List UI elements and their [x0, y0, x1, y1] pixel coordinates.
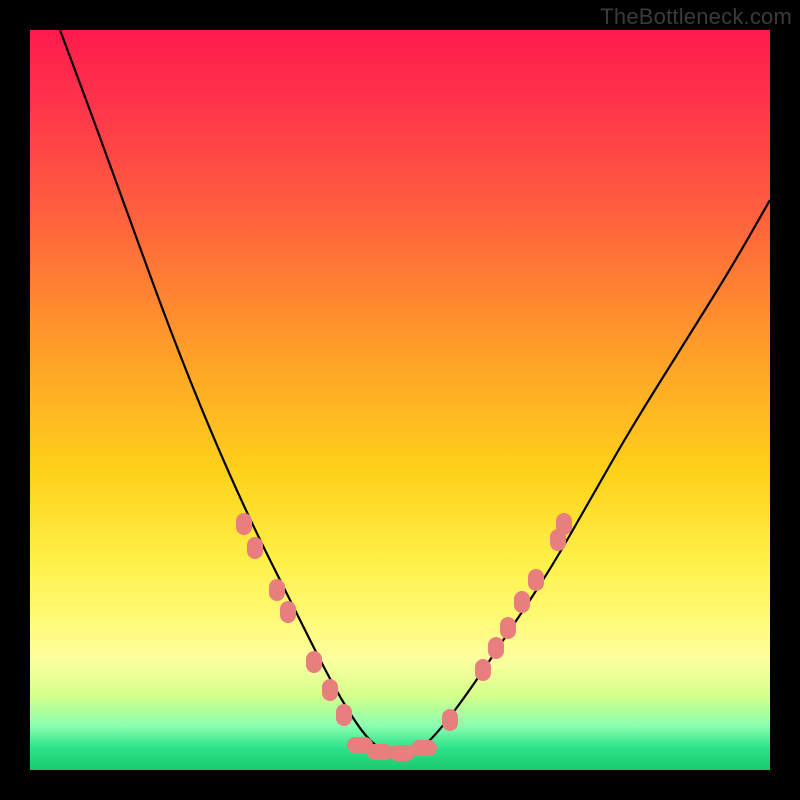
watermark-text: TheBottleneck.com — [600, 4, 792, 30]
data-marker — [556, 513, 572, 535]
chart-frame: TheBottleneck.com — [0, 0, 800, 800]
data-marker — [247, 537, 263, 559]
data-marker — [306, 651, 322, 673]
data-marker — [336, 704, 352, 726]
data-marker — [475, 659, 491, 681]
data-marker — [500, 617, 516, 639]
data-marker — [322, 679, 338, 701]
data-marker — [269, 579, 285, 601]
data-marker — [280, 601, 296, 623]
plot-area — [30, 30, 770, 770]
data-marker — [236, 513, 252, 535]
bottleneck-curve — [60, 30, 770, 754]
data-marker — [442, 709, 458, 731]
data-marker — [488, 637, 504, 659]
data-marker — [411, 740, 437, 756]
data-marker — [514, 591, 530, 613]
curve-svg — [30, 30, 770, 770]
data-marker — [528, 569, 544, 591]
